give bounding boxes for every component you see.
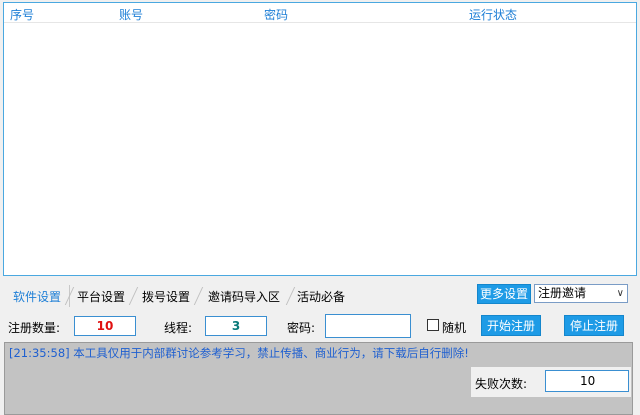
register-count-field[interactable]: 10	[74, 316, 136, 336]
column-header-account[interactable]: 账号	[119, 6, 143, 23]
threads-field[interactable]: 3	[205, 316, 267, 336]
start-register-button[interactable]: 开始注册	[481, 315, 541, 336]
log-line: [21:35:58] 本工具仅用于内部群讨论参考学习，禁止传播、商业行为，请下载…	[9, 346, 469, 360]
tab-activity-essentials[interactable]: 活动必备	[289, 285, 353, 307]
tab-dial-settings[interactable]: 拨号设置	[134, 285, 198, 307]
chevron-down-icon: ∨	[616, 288, 624, 299]
tab-software-settings[interactable]: 软件设置	[5, 285, 71, 307]
accounts-table[interactable]: 序号 账号 密码 运行状态	[3, 2, 637, 276]
password-field[interactable]	[325, 314, 411, 338]
settings-tabbar: 软件设置 平台设置 拨号设置 邀请码导入区 活动必备	[5, 285, 365, 307]
more-settings-button[interactable]: 更多设置	[477, 284, 531, 304]
random-label: 随机	[442, 321, 467, 335]
tab-invite-code-import[interactable]: 邀请码导入区	[200, 285, 288, 307]
column-header-password[interactable]: 密码	[264, 6, 288, 23]
password-label: 密码:	[287, 321, 316, 335]
mode-select-value: 注册邀请	[538, 286, 587, 300]
stop-register-button[interactable]: 停止注册	[564, 315, 624, 336]
random-checkbox[interactable]	[427, 319, 439, 331]
fail-count-label: 失败次数:	[475, 377, 528, 391]
mode-select[interactable]: 注册邀请 ∨	[534, 284, 628, 303]
fail-count-group: 失败次数: 10	[471, 367, 631, 397]
threads-label: 线程:	[164, 321, 193, 335]
column-header-status[interactable]: 运行状态	[469, 6, 517, 23]
column-header-index[interactable]: 序号	[10, 6, 34, 23]
register-count-label: 注册数量:	[8, 321, 61, 335]
fail-count-field[interactable]: 10	[545, 370, 629, 392]
table-header: 序号 账号 密码 运行状态	[4, 3, 636, 23]
log-panel: [21:35:58] 本工具仅用于内部群讨论参考学习，禁止传播、商业行为，请下载…	[4, 342, 633, 415]
tab-platform-settings[interactable]: 平台设置	[69, 285, 133, 307]
